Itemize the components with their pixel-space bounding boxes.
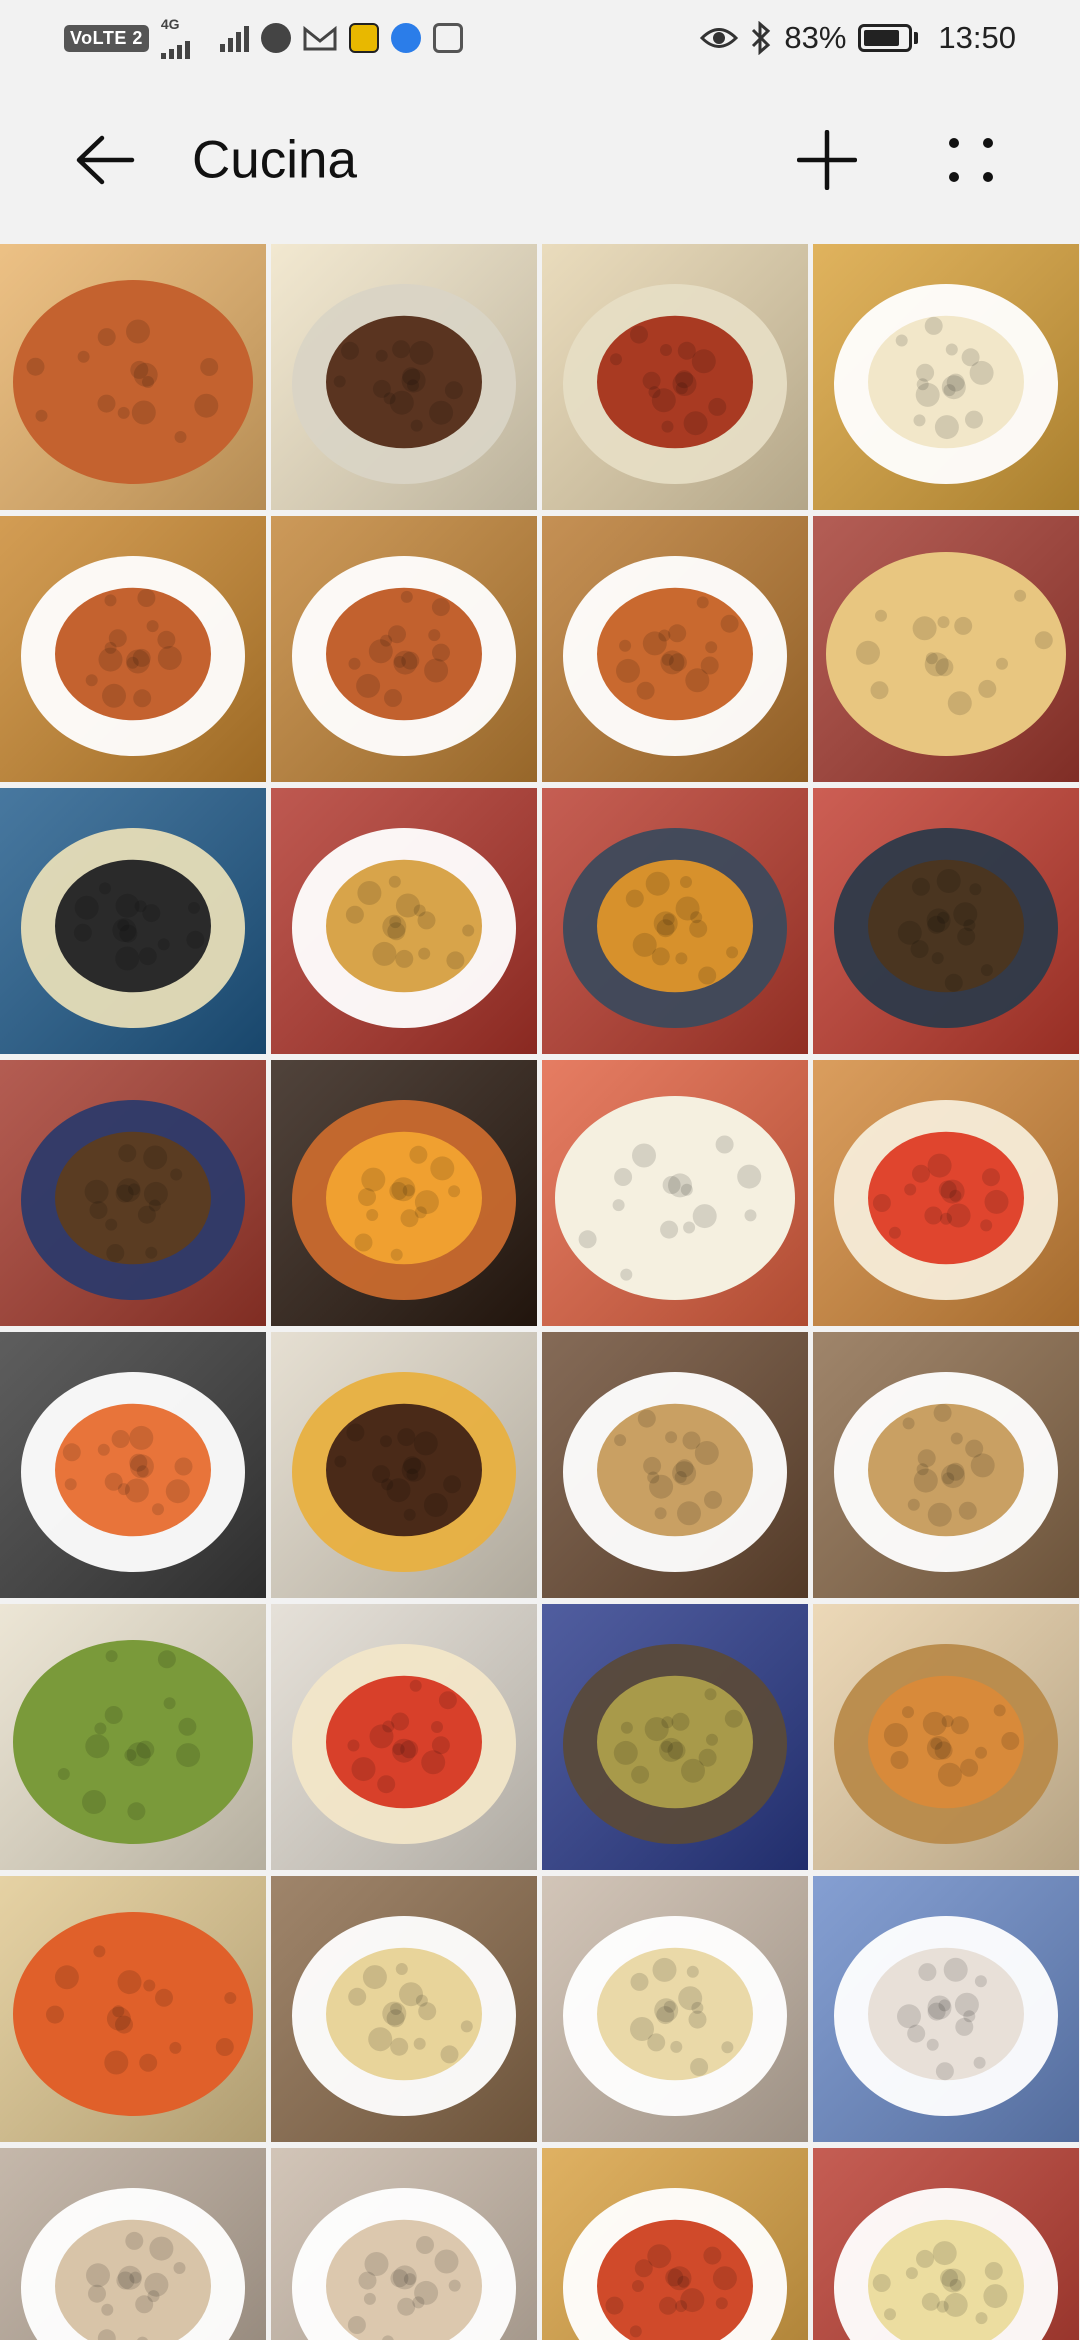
photo-pizza-margherita[interactable] — [542, 1060, 808, 1326]
photo-arancini-plate[interactable] — [271, 2148, 537, 2340]
plus-icon — [797, 130, 857, 190]
photo-ravioli[interactable] — [813, 2148, 1079, 2340]
photo-timballo-1[interactable] — [0, 516, 266, 782]
bluetooth-icon — [752, 21, 771, 55]
photo-roast-vegetables[interactable] — [542, 788, 808, 1054]
photo-pizza-zucchini-flowers[interactable] — [0, 1604, 266, 1870]
battery-icon — [858, 24, 919, 52]
arrow-left-icon — [76, 135, 135, 185]
facebook-icon — [260, 23, 291, 53]
network-type-label: 4G — [160, 16, 180, 32]
photo-wood-oven[interactable] — [271, 1060, 537, 1326]
photo-polenta-ragu[interactable] — [542, 244, 808, 510]
photo-baked-pasta[interactable] — [0, 244, 266, 510]
photo-arancini-table[interactable] — [0, 2148, 266, 2340]
photo-pizza-oven[interactable] — [0, 1876, 266, 2142]
app-bar: Cucina — [0, 76, 1080, 244]
photo-polenta-sausage[interactable] — [271, 244, 537, 510]
status-bar-right: 83% 13:50 — [700, 20, 1016, 56]
back-button[interactable] — [70, 125, 140, 195]
photo-focaccia[interactable] — [813, 516, 1079, 782]
signal-icon — [219, 24, 249, 52]
photo-tiramisu-cake[interactable] — [271, 1332, 537, 1598]
four-dots-icon — [949, 138, 993, 182]
add-button[interactable] — [790, 123, 864, 197]
photo-roast-table[interactable] — [813, 244, 1079, 510]
volte-icon: VoLTE 2 — [64, 24, 149, 52]
photo-pizza-trays[interactable] — [813, 1060, 1079, 1326]
photo-timballo-3[interactable] — [542, 516, 808, 782]
photo-calzone[interactable] — [813, 1604, 1079, 1870]
app-icon — [348, 23, 379, 53]
status-bar-left: VoLTE 2 4G — [64, 17, 463, 59]
clock: 13:50 — [938, 20, 1016, 55]
photo-penne[interactable] — [542, 1876, 808, 2142]
battery-percent: 83% — [784, 20, 847, 55]
photo-grid — [0, 244, 1080, 2340]
photo-spaghetti[interactable] — [271, 1876, 537, 2142]
photo-fried-fish[interactable] — [271, 788, 537, 1054]
gallery-icon — [432, 23, 463, 53]
eye-icon — [700, 28, 739, 48]
photo-tray-mushrooms[interactable] — [0, 1060, 266, 1326]
more-options-button[interactable] — [936, 125, 1006, 195]
photo-pizza-basil[interactable] — [271, 1604, 537, 1870]
photo-arancini-plates[interactable] — [542, 1332, 808, 1598]
browser-icon — [390, 23, 421, 53]
signal-icon: 4G — [160, 16, 190, 59]
photo-dessert-cherries[interactable] — [813, 1876, 1079, 2142]
photo-timballo-2[interactable] — [271, 516, 537, 782]
photo-rigatoni[interactable] — [0, 1332, 266, 1598]
photo-arancini[interactable] — [813, 1332, 1079, 1598]
photo-black-risotto[interactable] — [542, 2148, 808, 2340]
photo-pastries-tray[interactable] — [542, 1604, 808, 1870]
album-title: Cucina — [192, 130, 357, 190]
photo-mussels[interactable] — [0, 788, 266, 1054]
photo-tray-olives[interactable] — [813, 788, 1079, 1054]
status-bar: VoLTE 2 4G 83% 13:50 — [0, 0, 1080, 76]
gmail-icon — [303, 25, 337, 51]
